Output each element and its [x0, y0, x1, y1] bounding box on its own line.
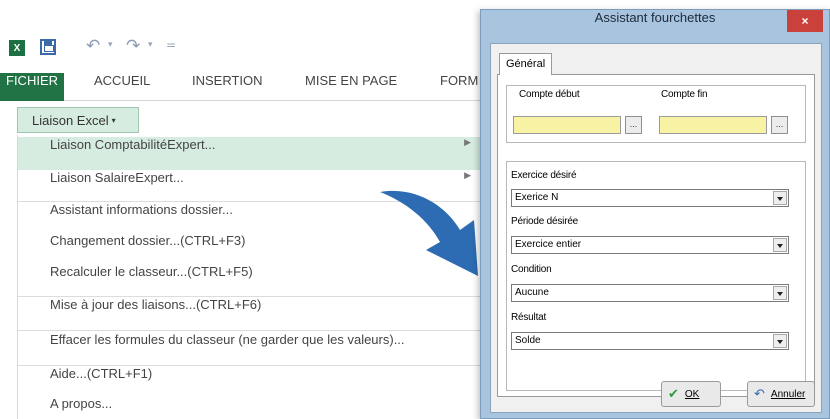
compte-fin-label: Compte fin [661, 89, 708, 100]
menu-item-label: Mise à jour des liaisons...(CTRL+F6) [50, 297, 262, 312]
save-icon[interactable] [40, 39, 56, 55]
resultat-label: Résultat [511, 312, 547, 323]
liaison-excel-label: Liaison Excel [32, 112, 109, 128]
undo-icon[interactable]: ↶ [86, 36, 100, 56]
menu-item-mise-a-jour-liaisons[interactable]: Mise à jour des liaisons...(CTRL+F6) [18, 297, 483, 330]
menu-item-label: Aide...(CTRL+F1) [50, 366, 153, 381]
tab-accueil[interactable]: ACCUEIL [94, 73, 150, 101]
chevron-down-icon[interactable] [773, 334, 787, 348]
check-icon: ✔ [668, 386, 679, 401]
chevron-down-icon[interactable] [773, 286, 787, 300]
curved-arrow-icon [380, 190, 478, 276]
close-icon: × [801, 14, 809, 28]
compte-fin-input[interactable] [659, 116, 767, 134]
menu-item-a-propos[interactable]: A propos... [18, 396, 483, 419]
ribbon-tabs: FICHIER ACCUEIL INSERTION MISE EN PAGE F… [0, 73, 480, 101]
compte-debut-label: Compte début [519, 89, 580, 100]
tab-panel-general: Compte début Compte fin ... ... Exercice… [497, 74, 815, 397]
dialog-title: Assistant fourchettes [594, 10, 716, 25]
annuler-label: Annuler [770, 388, 806, 400]
menu-item-label: Assistant informations dossier... [50, 202, 233, 217]
account-range-group: Compte début Compte fin ... ... [506, 85, 806, 143]
tab-fichier[interactable]: FICHIER [0, 73, 64, 101]
compte-debut-browse-button[interactable]: ... [625, 116, 642, 134]
chevron-down-icon[interactable] [773, 238, 787, 252]
tab-insertion[interactable]: INSERTION [192, 73, 263, 101]
exercice-value: Exerice N [515, 192, 559, 203]
menu-item-label: Changement dossier...(CTRL+F3) [50, 233, 246, 248]
periode-label: Période désirée [511, 216, 579, 227]
menu-item-liaison-comptabilite[interactable]: Liaison ComptabilitéExpert... ▶ [18, 137, 483, 170]
exercice-select[interactable]: Exerice N [511, 189, 789, 207]
ok-label: OK [684, 388, 700, 400]
condition-select[interactable]: Aucune [511, 284, 789, 302]
chevron-down-icon[interactable] [773, 191, 787, 205]
tab-general[interactable]: Général [499, 53, 553, 75]
quick-access-toolbar: X ↶ ▾ ↷ ▾ = [0, 34, 480, 64]
redo-icon[interactable]: ↷ [126, 36, 140, 56]
assistant-fourchettes-dialog: Assistant fourchettes × Général Compte d… [480, 9, 830, 419]
ok-button[interactable]: ✔ OK [661, 381, 721, 407]
excel-logo-icon: X [9, 40, 25, 56]
submenu-arrow-icon: ▶ [464, 137, 471, 147]
tab-mise-en-page[interactable]: MISE EN PAGE [305, 73, 397, 101]
resultat-value: Solde [515, 335, 541, 346]
liaison-excel-button[interactable]: Liaison Excel ▾ [17, 107, 139, 133]
menu-item-effacer-formules[interactable]: Effacer les formules du classeur (ne gar… [18, 332, 483, 365]
close-button[interactable]: × [787, 10, 823, 32]
menu-item-label: Recalculer le classeur...(CTRL+F5) [50, 264, 253, 279]
annuler-button[interactable]: ↶ Annuler [747, 381, 815, 407]
menu-item-label: A propos... [50, 396, 113, 411]
periode-select[interactable]: Exercice entier [511, 236, 789, 254]
chevron-down-icon: ▾ [111, 115, 116, 125]
menu-item-aide[interactable]: Aide...(CTRL+F1) [18, 366, 483, 399]
menu-separator [18, 330, 483, 331]
redo-dropdown-icon[interactable]: ▾ [148, 40, 153, 50]
dialog-client-area: Général Compte début Compte fin ... ... … [490, 43, 822, 413]
periode-value: Exercice entier [515, 239, 582, 250]
menu-item-label: Effacer les formules du classeur (ne gar… [50, 332, 405, 347]
options-group: Exercice désiré Exerice N Période désiré… [506, 161, 806, 391]
undo-dropdown-icon[interactable]: ▾ [108, 40, 113, 50]
exercice-label: Exercice désiré [511, 170, 577, 181]
compte-debut-input[interactable] [513, 116, 621, 134]
resultat-select[interactable]: Solde [511, 332, 789, 350]
undo-arrow-icon: ↶ [754, 386, 765, 401]
menu-item-label: Liaison ComptabilitéExpert... [50, 137, 216, 152]
condition-value: Aucune [515, 287, 549, 298]
customize-qat-icon[interactable]: = [166, 38, 176, 52]
compte-fin-browse-button[interactable]: ... [771, 116, 788, 134]
menu-item-label: Liaison SalaireExpert... [50, 170, 184, 185]
tab-formules[interactable]: FORM [440, 73, 478, 101]
condition-label: Condition [511, 264, 552, 275]
